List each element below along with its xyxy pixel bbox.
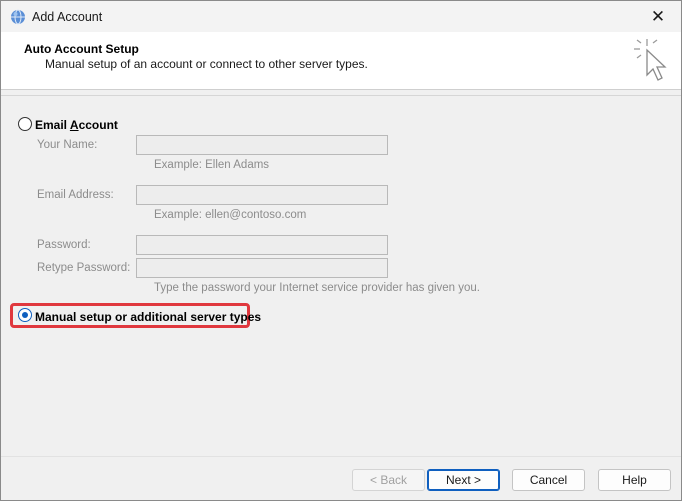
your-name-input[interactable] [136,135,388,155]
email-account-label-accelerator: A [69,118,79,132]
retype-password-label: Retype Password: [37,262,131,274]
divider [1,95,681,96]
page-subtitle: Manual setup of an account or connect to… [45,57,368,71]
password-label: Password: [37,239,91,251]
your-name-hint: Example: Ellen Adams [154,159,270,171]
footer-divider [1,456,681,457]
close-button[interactable]: ✕ [635,1,681,32]
outlook-globe-icon [11,9,25,25]
help-button[interactable]: Help [598,469,671,491]
email-account-radio[interactable] [18,117,32,131]
password-input[interactable] [136,235,388,255]
password-hint: Type the password your Internet service … [154,282,481,294]
header-band: Auto Account Setup Manual setup of an ac… [1,32,681,90]
window-title: Add Account [32,10,103,24]
title-bar: Add Account ✕ [1,1,681,32]
next-button[interactable]: Next > [427,469,500,491]
email-address-hint: Example: ellen@contoso.com [154,209,307,221]
close-icon: ✕ [650,6,666,26]
email-account-label-end: ccount [78,118,118,132]
manual-setup-label[interactable]: Manual setup or additional server types [35,310,261,324]
email-account-label-start: Email [35,118,70,132]
manual-setup-radio[interactable] [18,308,32,322]
cursor-sparkle-icon [634,39,667,81]
page-title: Auto Account Setup [24,42,139,56]
email-address-label: Email Address: [37,189,114,201]
back-button[interactable]: < Back [352,469,425,491]
cancel-button[interactable]: Cancel [512,469,585,491]
retype-password-input[interactable] [136,258,388,278]
email-account-label[interactable]: Email Account [35,118,118,132]
email-address-input[interactable] [136,185,388,205]
add-account-dialog: Add Account ✕ Auto Account Setup Manual … [0,0,682,501]
your-name-label: Your Name: [37,139,98,151]
